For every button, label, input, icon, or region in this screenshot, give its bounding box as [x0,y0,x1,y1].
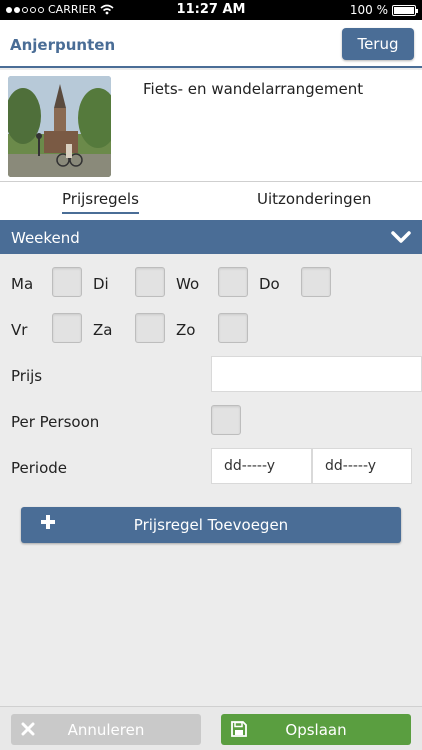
save-button[interactable]: Opslaan [221,714,411,745]
checkbox-ma[interactable] [52,267,82,297]
tab-uitzonderingen-label: Uitzonderingen [257,190,372,208]
battery-icon [392,4,418,16]
checkbox-di[interactable] [135,267,165,297]
add-price-rule-label: Prijsregel Toevoegen [133,516,289,534]
section-label: Weekend [11,229,80,247]
day-label-zo: Zo [176,321,196,339]
battery-percent: 100 % [349,3,388,17]
checkbox-vr[interactable] [52,313,82,343]
tab-uitzonderingen[interactable]: Uitzonderingen [257,190,371,208]
footer-bar: Annuleren Opslaan [0,706,422,750]
day-label-vr: Vr [11,321,28,339]
app-header: Anjerpunten Terug [0,20,422,68]
tab-prijsregels[interactable]: Prijsregels [62,190,139,214]
date-from-input[interactable]: dd-----y [211,448,312,484]
arrangement-info: Fiets- en wandelarrangement [0,70,422,182]
price-input[interactable] [211,356,422,392]
section-header-weekend[interactable]: Weekend [0,220,422,254]
tab-prijsregels-label: Prijsregels [62,190,139,208]
active-tab-indicator [62,212,139,214]
per-person-label: Per Persoon [11,413,100,431]
cancel-label: Annuleren [67,721,145,739]
save-label: Opslaan [285,721,347,739]
day-label-ma: Ma [11,275,34,293]
date-to-input[interactable]: dd-----y [312,448,412,484]
arrangement-title: Fiets- en wandelarrangement [143,80,364,98]
checkbox-wo[interactable] [218,267,248,297]
day-label-di: Di [93,275,109,293]
add-price-rule-button[interactable]: Prijsregel Toevoegen [21,507,401,543]
day-label-za: Za [93,321,113,339]
page-title: Anjerpunten [10,36,116,54]
back-button[interactable]: Terug [342,28,414,60]
checkbox-za[interactable] [135,313,165,343]
cancel-button[interactable]: Annuleren [11,714,201,745]
chevron-down-icon[interactable] [390,226,412,248]
status-right: 100 % [349,3,418,17]
date-to-placeholder: dd-----y [325,458,377,474]
period-label: Periode [11,459,68,477]
arrangement-photo [8,76,111,177]
status-bar: CARRIER 11:27 AM 100 % [0,0,422,20]
checkbox-per-person[interactable] [211,405,241,435]
day-label-do: Do [259,275,280,293]
tab-bar: Prijsregels Uitzonderingen [0,182,422,220]
date-from-placeholder: dd-----y [224,458,276,474]
checkbox-zo[interactable] [218,313,248,343]
price-label: Prijs [11,367,43,385]
day-label-wo: Wo [176,275,200,293]
checkbox-do[interactable] [301,267,331,297]
